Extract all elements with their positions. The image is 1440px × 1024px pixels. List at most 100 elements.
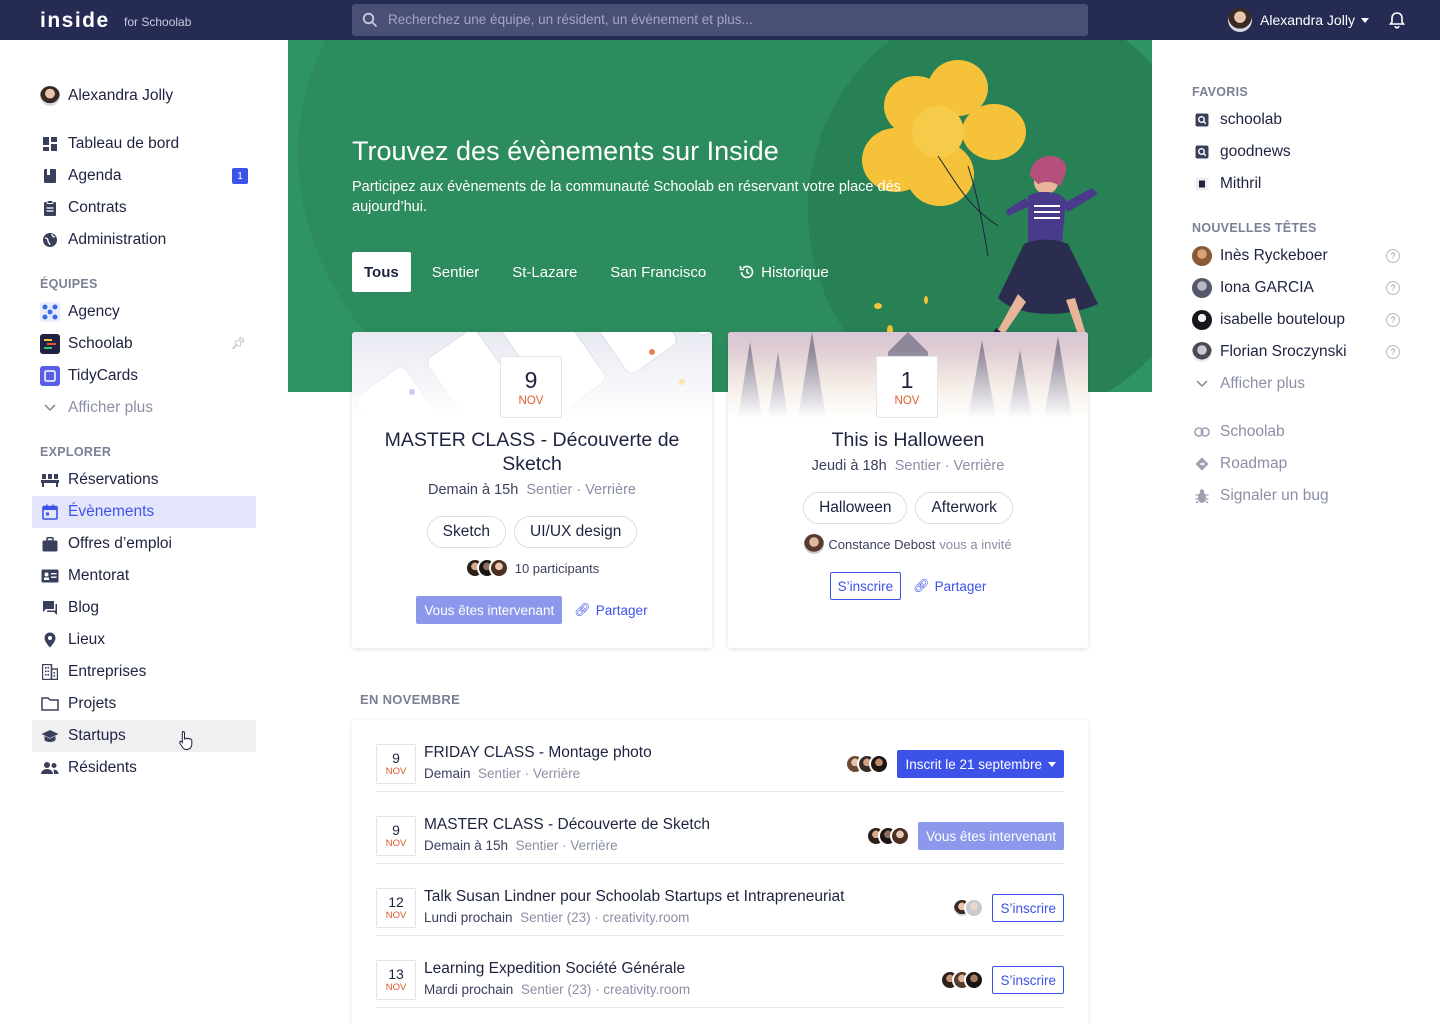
newcomer-item[interactable]: Florian Sroczynski ? <box>1192 336 1400 368</box>
participant-avatars[interactable] <box>940 970 985 990</box>
register-button[interactable]: S’inscrire <box>992 894 1064 922</box>
register-button[interactable]: S’inscrire <box>992 966 1064 994</box>
participant-avatars[interactable] <box>464 558 509 578</box>
tab-history[interactable]: Historique <box>727 252 841 292</box>
speaker-button[interactable]: Vous êtes intervenant <box>416 596 563 624</box>
sidebar-item-companies[interactable]: Entreprises <box>32 656 256 688</box>
graduation-cap-icon <box>40 726 60 746</box>
sidebar-profile[interactable]: Alexandra Jolly <box>32 80 256 112</box>
link-report-bug[interactable]: Signaler un bug <box>1192 480 1400 512</box>
sidebar-item-administration[interactable]: Administration <box>32 224 256 256</box>
sidebar-item-label: Offres d’emploi <box>68 535 172 552</box>
event-where: Sentier (23) · creativity.room <box>520 910 690 925</box>
calendar-icon <box>40 502 60 522</box>
sidebar-item-reservations[interactable]: Réservations <box>32 464 256 496</box>
sidebar-item-agenda[interactable]: Agenda 1 <box>32 160 256 192</box>
list-item[interactable]: 9 NOV FRIDAY CLASS - Montage photo Demai… <box>376 720 1064 792</box>
sidebar-item-blog[interactable]: Blog <box>32 592 256 624</box>
register-button[interactable]: S’inscrire <box>829 572 902 600</box>
help-icon[interactable]: ? <box>1386 249 1400 263</box>
sidebar-item-startups[interactable]: Startups <box>32 720 256 752</box>
help-icon[interactable]: ? <box>1386 313 1400 327</box>
sidebar-item-places[interactable]: Lieux <box>32 624 256 656</box>
avatar <box>1192 310 1212 330</box>
newcomer-name: Inès Ryckeboer <box>1220 247 1328 264</box>
search-doc-icon <box>1192 110 1212 130</box>
sidebar-item-contracts[interactable]: Contrats <box>32 192 256 224</box>
favorite-item[interactable]: Mithril <box>1192 168 1400 200</box>
sidebar-item-projects[interactable]: Projets <box>32 688 256 720</box>
tab-san-francisco[interactable]: San Francisco <box>598 252 718 292</box>
event-where: Sentier · Verrière <box>515 838 618 853</box>
favorite-item[interactable]: schoolab <box>1192 104 1400 136</box>
registered-dropdown[interactable]: Inscrit le 21 septembre <box>897 750 1064 778</box>
list-item[interactable]: 12 NOV Talk Susan Lindner pour Schoolab … <box>376 864 1064 936</box>
newcomer-name: isabelle bouteloup <box>1220 311 1345 328</box>
participant-avatars[interactable] <box>866 826 911 846</box>
favorite-item[interactable]: goodnews <box>1192 136 1400 168</box>
event-card[interactable]: 9 NOV MASTER CLASS - Découverte de Sketc… <box>352 332 712 648</box>
tab-sentier[interactable]: Sentier <box>420 252 492 292</box>
event-title[interactable]: Learning Expedition Société Générale <box>424 960 685 978</box>
sidebar-item-label: Projets <box>68 695 117 712</box>
sidebar-item-agency[interactable]: Agency <box>32 296 256 328</box>
tag-chip[interactable]: Sketch <box>426 516 507 548</box>
location-tabs: Tous Sentier St-Lazare San Francisco His… <box>352 252 850 292</box>
sidebar-item-dashboard[interactable]: Tableau de bord <box>32 128 256 160</box>
help-icon[interactable]: ? <box>1386 345 1400 359</box>
participant-avatars[interactable] <box>952 898 985 918</box>
tag-chip[interactable]: Halloween <box>803 492 908 524</box>
sidebar-item-tidycards[interactable]: TidyCards <box>32 360 256 392</box>
newcomer-item[interactable]: isabelle bouteloup ? <box>1192 304 1400 336</box>
inviter-name[interactable]: Constance Debost <box>828 537 935 552</box>
bell-icon[interactable] <box>1388 11 1406 29</box>
link-schoolab[interactable]: Schoolab <box>1192 416 1400 448</box>
share-button[interactable]: 🔗︎ Partager <box>913 578 986 594</box>
avatar <box>1192 342 1212 362</box>
building-icon <box>40 662 60 682</box>
event-title[interactable]: This is Halloween <box>748 428 1068 452</box>
tag-chip[interactable]: Afterwork <box>915 492 1013 524</box>
event-title[interactable]: FRIDAY CLASS - Montage photo <box>424 744 652 762</box>
newcomer-item[interactable]: Inès Ryckeboer ? <box>1192 240 1400 272</box>
tab-all[interactable]: Tous <box>352 252 411 292</box>
roadmap-icon <box>1192 454 1212 474</box>
event-title[interactable]: MASTER CLASS - Découverte de Sketch <box>372 428 692 476</box>
sidebar-item-schoolab[interactable]: Schoolab 📌︎ <box>32 328 256 360</box>
avatar[interactable] <box>804 534 825 554</box>
list-item[interactable]: 13 NOV Learning Expedition Société Génér… <box>376 936 1064 1008</box>
app-logo[interactable]: inside <box>40 9 110 33</box>
avatar <box>964 898 985 918</box>
search-input[interactable]: Recherchez une équipe, un résident, un é… <box>352 4 1088 36</box>
newcomer-item[interactable]: Iona GARCIA ? <box>1192 272 1400 304</box>
tag-chip[interactable]: UI/UX design <box>514 516 638 548</box>
newcomers-show-more[interactable]: Afficher plus <box>1192 368 1400 400</box>
event-card[interactable]: 1 NOV This is Halloween Jeudi à 18h Sent… <box>728 332 1088 648</box>
sidebar-item-mentoring[interactable]: Mentorat <box>32 560 256 592</box>
speaker-button[interactable]: Vous êtes intervenant <box>918 822 1064 850</box>
list-item[interactable]: 9 NOV MASTER CLASS - Découverte de Sketc… <box>376 792 1064 864</box>
pin-icon[interactable]: 📌︎ <box>231 336 246 350</box>
event-meta: Lundi prochain Sentier (23) · creativity… <box>424 910 689 925</box>
row-actions: Inscrit le 21 septembre <box>845 750 1064 778</box>
event-date: 9 NOV <box>500 356 562 418</box>
user-menu[interactable]: Alexandra Jolly <box>1228 8 1369 32</box>
event-title[interactable]: Talk Susan Lindner pour Schoolab Startup… <box>424 888 844 906</box>
link-roadmap[interactable]: Roadmap <box>1192 448 1400 480</box>
search-icon <box>362 12 378 28</box>
teams-show-more[interactable]: Afficher plus <box>32 392 256 424</box>
event-title[interactable]: MASTER CLASS - Découverte de Sketch <box>424 816 710 834</box>
event-date: 13 NOV <box>376 960 416 1000</box>
sidebar-item-residents[interactable]: Résidents <box>32 752 256 784</box>
event-meta: Demain à 15h Sentier · Verrière <box>352 482 712 498</box>
sidebar-item-jobs[interactable]: Offres d’emploi <box>32 528 256 560</box>
sidebar-item-label: Agenda <box>68 167 122 184</box>
share-button[interactable]: 🔗︎ Partager <box>574 602 647 618</box>
sidebar-item-events[interactable]: Évènements <box>32 496 256 528</box>
event-month: NOV <box>385 838 407 849</box>
folder-icon <box>40 694 60 714</box>
event-month: NOV <box>385 910 407 921</box>
help-icon[interactable]: ? <box>1386 281 1400 295</box>
participant-avatars[interactable] <box>845 754 890 774</box>
tab-st-lazare[interactable]: St-Lazare <box>500 252 589 292</box>
